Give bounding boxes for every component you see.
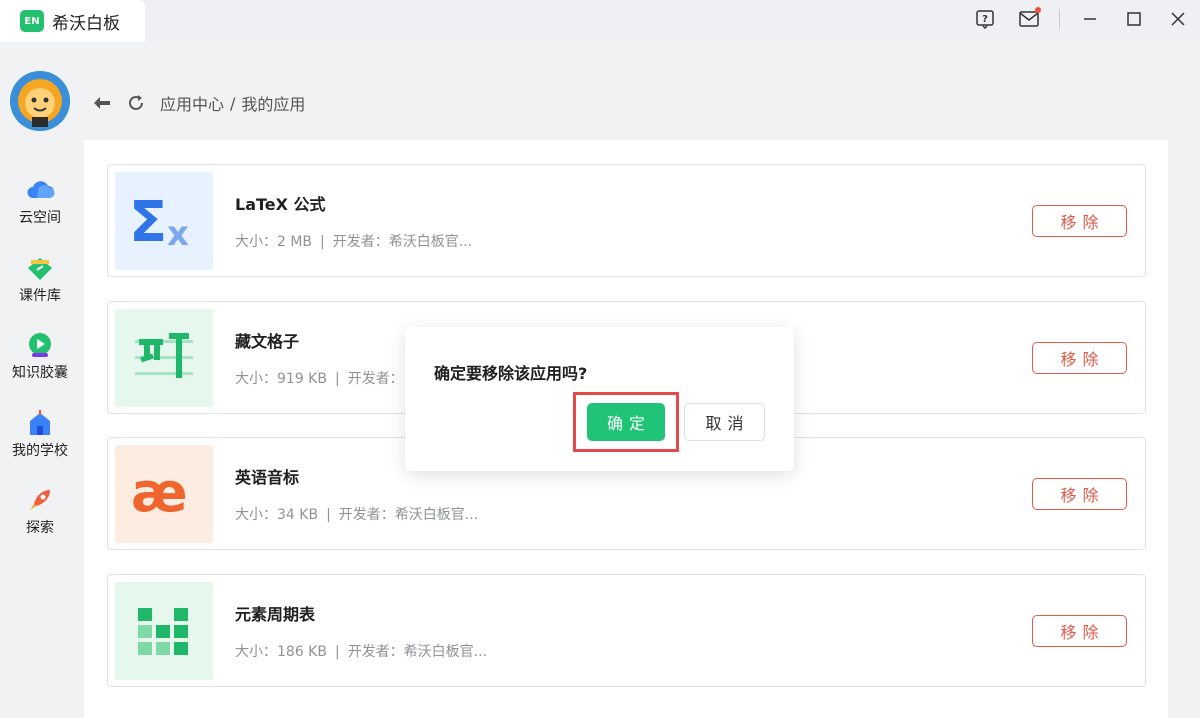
app-meta: 大小：919 KB | 开发者： <box>235 368 404 388</box>
app-size: 大小：34 KB <box>235 507 319 523</box>
dialog-message: 确定要移除该应用吗? <box>434 364 588 383</box>
sigma-x-icon: Σx <box>115 172 213 270</box>
sidebar-item-courseware[interactable]: 课件库 <box>0 253 80 305</box>
breadcrumb-parent[interactable]: 应用中心 <box>160 91 224 115</box>
window-controls: ? <box>963 0 1200 38</box>
svg-text:x: x <box>167 214 189 249</box>
avatar[interactable] <box>10 71 70 131</box>
titlebar-divider <box>1059 9 1060 29</box>
sidebar-item-explore[interactable]: 探索 <box>0 485 80 537</box>
confirm-button[interactable]: 确定 <box>587 403 665 441</box>
breadcrumb-separator: / <box>230 93 236 113</box>
minimize-icon[interactable] <box>1068 0 1112 38</box>
app-card: 元素周期表 大小：186 KB | 开发者：希沃白板官... 移除 <box>107 574 1146 687</box>
school-icon <box>25 408 55 438</box>
svg-text:Σ: Σ <box>129 193 167 249</box>
meta-separator: | <box>334 371 340 387</box>
remove-button[interactable]: 移除 <box>1032 342 1127 374</box>
app-developer: 开发者：希沃白板官... <box>347 644 488 660</box>
app-logo: EN <box>20 10 44 32</box>
back-arrow-icon[interactable] <box>92 93 112 113</box>
app-title: 希沃白板 <box>52 13 120 34</box>
svg-text:æ: æ <box>131 469 188 519</box>
sidebar-item-label: 我的学校 <box>12 443 68 459</box>
app-size: 大小：186 KB <box>235 644 327 660</box>
refresh-icon[interactable] <box>126 93 146 113</box>
app-developer: 开发者：希沃白板官... <box>332 234 473 250</box>
sidebar-item-cloud[interactable]: 云空间 <box>0 175 80 227</box>
svg-text:?: ? <box>982 14 988 25</box>
title-bar: EN 希沃白板 ? <box>0 0 1200 42</box>
rocket-icon <box>25 485 55 515</box>
app-developer: 开发者：希沃白板官... <box>338 507 479 523</box>
capsule-icon <box>25 330 55 360</box>
app-developer: 开发者： <box>347 371 404 387</box>
meta-separator: | <box>320 234 325 250</box>
sidebar-item-label: 探索 <box>26 520 54 536</box>
remove-button[interactable]: 移除 <box>1032 615 1127 647</box>
sidebar-item-label: 云空间 <box>19 210 61 226</box>
meta-separator: | <box>334 644 340 660</box>
periodic-table-icon <box>115 582 213 680</box>
notification-dot <box>1035 7 1041 13</box>
app-name: 英语音标 <box>235 468 300 487</box>
app-card: Σx LaTeX 公式 大小：2 MB | 开发者：希沃白板官... 移除 <box>107 164 1146 277</box>
cloud-icon <box>25 175 55 205</box>
app-name: 元素周期表 <box>235 605 316 624</box>
app-meta: 大小：2 MB | 开发者：希沃白板官... <box>235 231 472 251</box>
mail-icon[interactable] <box>1007 0 1051 38</box>
meta-separator: | <box>326 507 331 523</box>
app-tab[interactable]: EN 希沃白板 <box>0 0 145 42</box>
confirm-remove-dialog: 确定要移除该应用吗? 确定 取消 <box>405 327 794 471</box>
remove-button[interactable]: 移除 <box>1032 205 1127 237</box>
breadcrumb-current: 我的应用 <box>241 95 306 114</box>
sidebar-item-label: 知识胶囊 <box>12 365 68 381</box>
sidebar-item-capsule[interactable]: 知识胶囊 <box>0 330 80 382</box>
sidebar-item-school[interactable]: 我的学校 <box>0 408 80 460</box>
breadcrumb: 应用中心 / 我的应用 <box>92 90 305 116</box>
courseware-icon <box>25 253 55 283</box>
remove-button[interactable]: 移除 <box>1032 478 1127 510</box>
sidebar-item-label: 课件库 <box>19 288 61 304</box>
help-icon[interactable]: ? <box>963 0 1007 38</box>
app-name: LaTeX 公式 <box>235 195 326 214</box>
close-icon[interactable] <box>1156 0 1200 38</box>
sidebar: 云空间 课件库 知识胶囊 我的学校 探索 <box>0 42 80 718</box>
tibetan-grid-icon <box>115 309 213 407</box>
cancel-button[interactable]: 取消 <box>684 403 765 441</box>
app-name: 藏文格子 <box>235 332 300 351</box>
ae-ligature-icon: æ <box>115 445 213 543</box>
maximize-icon[interactable] <box>1112 0 1156 38</box>
app-size: 大小：2 MB <box>235 234 313 250</box>
app-size: 大小：919 KB <box>235 371 327 387</box>
app-meta: 大小：34 KB | 开发者：希沃白板官... <box>235 504 478 524</box>
app-meta: 大小：186 KB | 开发者：希沃白板官... <box>235 641 487 661</box>
